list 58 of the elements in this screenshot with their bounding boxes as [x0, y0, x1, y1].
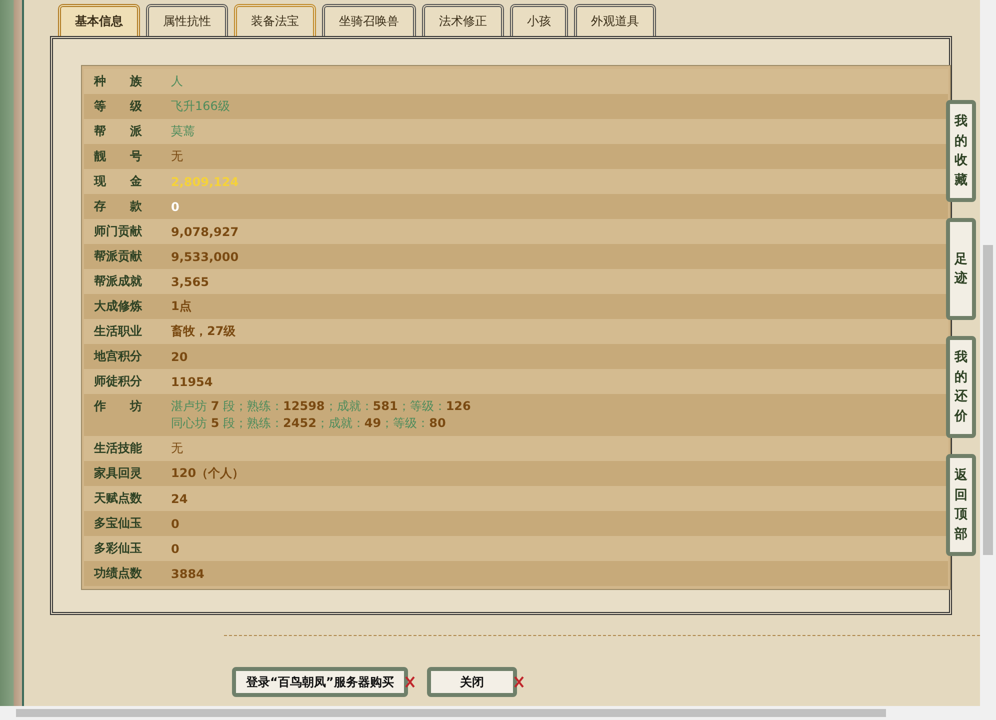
close-button[interactable]: 关闭	[426, 667, 517, 697]
row-value: 0	[171, 516, 180, 530]
row-value: 人	[171, 73, 183, 90]
row-label: 等 级	[94, 98, 142, 115]
row-value: 3,565	[171, 274, 209, 288]
scrollbar[interactable]	[980, 0, 996, 706]
side-nav-button[interactable]: 返回顶部	[946, 454, 976, 556]
side-nav-button[interactable]: 足迹	[946, 218, 976, 320]
row-value: 畜牧，27级	[171, 323, 236, 340]
row-value: 11954	[171, 374, 213, 388]
row-label: 地宫积分	[94, 348, 142, 365]
tab[interactable]: 法术修正	[422, 4, 504, 36]
row-value: 无	[171, 440, 183, 457]
row-label: 作 坊	[94, 398, 142, 415]
row-value: 24	[171, 492, 188, 506]
row-label: 大成修炼	[94, 298, 142, 315]
row-value: 同心坊 5 段；熟练：2452；成就：49；等级：80	[171, 415, 447, 432]
row-value: 0	[171, 200, 180, 214]
row-label: 帮派成就	[94, 273, 142, 290]
row-label: 师徒积分	[94, 373, 142, 390]
tab[interactable]: 装备法宝	[234, 4, 316, 36]
side-nav-button[interactable]: 我的收藏	[946, 100, 976, 202]
row-label: 家具回灵	[94, 465, 142, 482]
row-value: 飞升166级	[171, 98, 230, 115]
tassel-icon	[514, 676, 524, 688]
row-label: 帮派贡献	[94, 248, 142, 265]
row-value: 湛卢坊 7 段；熟练：12598；成就：581；等级：126	[171, 398, 471, 415]
row-label: 多宝仙玉	[94, 515, 142, 532]
tab[interactable]: 坐骑召唤兽	[322, 4, 416, 36]
row-label: 多彩仙玉	[94, 540, 142, 557]
tab[interactable]: 属性抗性	[146, 4, 228, 36]
scrollbar[interactable]	[0, 706, 996, 720]
row-label: 现 金	[94, 173, 142, 190]
row-value: 1点	[171, 298, 192, 315]
row-label: 天赋点数	[94, 490, 142, 507]
row-value: 20	[171, 350, 188, 364]
row-value: 莫蔫	[171, 123, 195, 140]
row-value: 120（个人）	[171, 465, 244, 482]
buy-button[interactable]: 登录“百鸟朝凤”服务器购买	[232, 667, 408, 697]
row-label: 靓 号	[94, 148, 142, 165]
row-value: 0	[171, 542, 180, 556]
row-value: 9,078,927	[171, 224, 239, 238]
side-nav-button[interactable]: 我的还价	[946, 336, 976, 438]
tassel-icon	[404, 676, 415, 688]
row-value: 无	[171, 148, 183, 165]
row-label: 师门贡献	[94, 223, 142, 240]
row-label: 存 款	[94, 198, 142, 215]
row-label: 功绩点数	[94, 565, 142, 582]
row-value: 2,809,124	[171, 174, 239, 188]
tab[interactable]: 基本信息	[58, 4, 140, 36]
row-label: 生活职业	[94, 323, 142, 340]
row-label: 生活技能	[94, 440, 142, 457]
tab[interactable]: 外观道具	[574, 4, 656, 36]
row-label: 帮 派	[94, 123, 142, 140]
row-value: 9,533,000	[171, 250, 239, 264]
row-label: 种 族	[94, 73, 142, 90]
row-value: 3884	[171, 566, 204, 580]
tab[interactable]: 小孩	[510, 4, 568, 36]
